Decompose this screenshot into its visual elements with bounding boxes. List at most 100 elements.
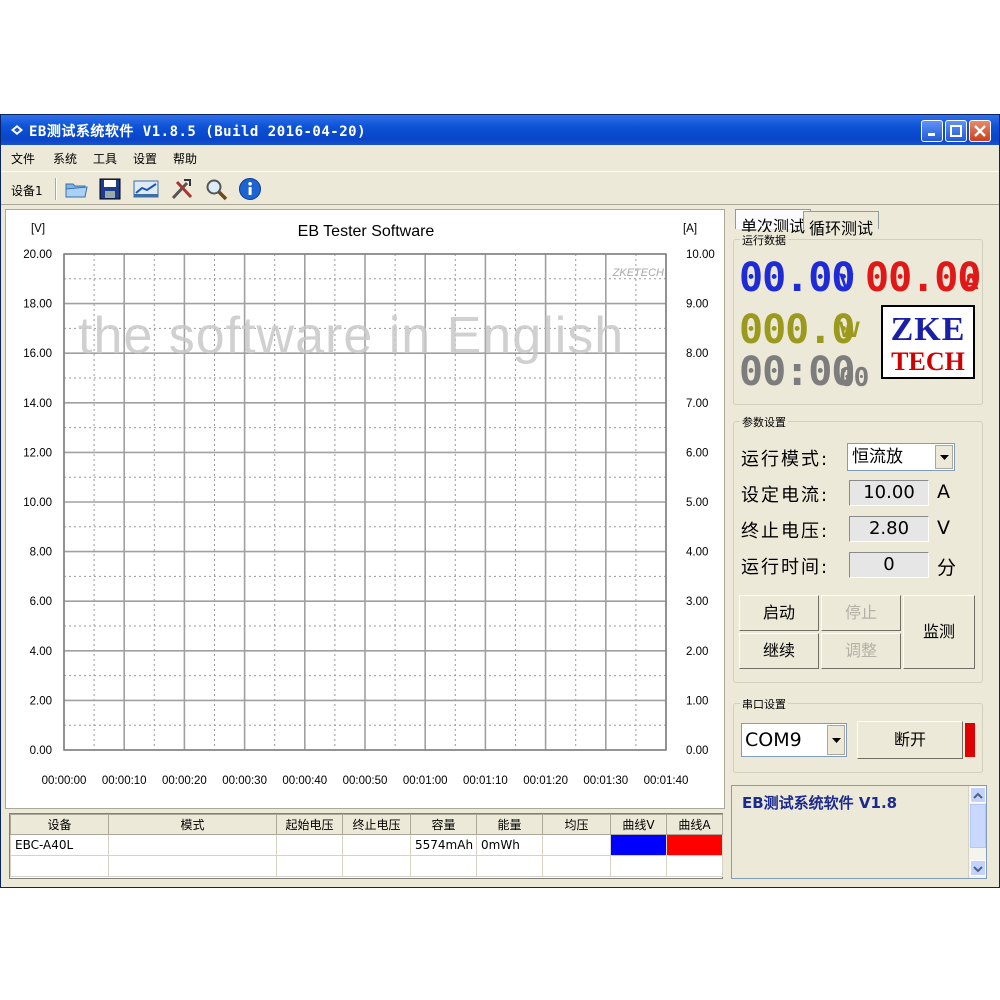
info-button[interactable] [237, 177, 263, 201]
y-right-tick-label: 7.00 [686, 398, 708, 410]
y-right-tick-label: 6.00 [686, 447, 708, 459]
data-table: 设备 模式 起始电压 终止电压 容量 能量 均压 曲线V 曲线A EBC-A40… [10, 814, 723, 877]
current-setting-input[interactable]: 10.00 [849, 480, 929, 506]
toolbar: 设备1 [1, 171, 999, 205]
col-header-avg-voltage[interactable]: 均压 [542, 814, 611, 835]
com-port-select[interactable]: COM9 [741, 723, 847, 757]
tab-cycle-test[interactable]: 循环测试 [803, 211, 880, 238]
table-row [10, 855, 723, 877]
device-label: 设备1 [11, 184, 43, 198]
chart-watermark-label: ZKETECH [612, 267, 664, 279]
run-time-unit: 分 [937, 557, 957, 579]
x-tick-label: 00:01:10 [463, 775, 508, 787]
app-window: EB测试系统软件 V1.8.5 (Build 2016-04-20) 文件 系统… [0, 114, 1000, 888]
col-header-energy[interactable]: 能量 [476, 814, 543, 835]
menu-system[interactable]: 系统 [53, 150, 77, 167]
cell-end-voltage [342, 834, 411, 856]
x-tick-label: 00:01:30 [583, 775, 628, 787]
y-right-tick-label: 5.00 [686, 497, 708, 509]
title-bar[interactable]: EB测试系统软件 V1.8.5 (Build 2016-04-20) [1, 115, 999, 145]
minimize-button[interactable] [921, 120, 943, 142]
run-time-input[interactable]: 0 [849, 552, 929, 578]
col-header-curve-v[interactable]: 曲线V [610, 814, 667, 835]
maximize-button[interactable] [945, 120, 967, 142]
x-tick-label: 00:01:40 [644, 775, 689, 787]
info-text: EB测试系统软件 V1.8 [742, 794, 898, 812]
cell-energy: 0mWh [476, 834, 543, 856]
open-button[interactable] [63, 177, 89, 201]
scroll-thumb[interactable] [970, 804, 986, 848]
menu-bar: 文件 系统 工具 设置 帮助 [1, 146, 999, 168]
cutoff-voltage-unit: V [937, 517, 950, 539]
chart-button[interactable] [133, 177, 159, 201]
curve-v-swatch[interactable] [610, 834, 667, 856]
power-readout: 000.0 [739, 307, 855, 353]
serial-label: 串口设置 [740, 696, 788, 712]
search-icon [206, 179, 228, 201]
empty-cell [410, 855, 477, 877]
col-header-start-voltage[interactable]: 起始电压 [276, 814, 343, 835]
disconnect-button[interactable]: 断开 [857, 721, 963, 759]
x-tick-label: 00:00:30 [222, 775, 267, 787]
cell-device: EBC-A40L [10, 834, 109, 856]
info-scrollbar[interactable] [968, 786, 986, 878]
monitor-button[interactable]: 监测 [903, 595, 975, 669]
app-icon [11, 125, 23, 135]
col-header-curve-a[interactable]: 曲线A [666, 814, 723, 835]
menu-help[interactable]: 帮助 [173, 150, 197, 167]
y-left-tick-label: 2.00 [30, 695, 52, 707]
menu-tools[interactable]: 工具 [93, 150, 117, 167]
com-port-dropdown-button[interactable] [827, 725, 845, 755]
mode-dropdown-button[interactable] [935, 445, 953, 469]
info-text-box[interactable]: EB测试系统软件 V1.8 [731, 785, 987, 879]
minimize-icon [928, 133, 935, 136]
cell-mode [108, 834, 277, 856]
y-left-tick-label: 6.00 [30, 596, 52, 608]
empty-cell [542, 855, 611, 877]
start-button[interactable]: 启动 [739, 595, 819, 631]
current-setting-label: 设定电流: [741, 485, 830, 506]
run-data-label: 运行数据 [740, 232, 788, 248]
scroll-up-button[interactable] [970, 787, 986, 803]
data-table-panel: 设备 模式 起始电压 终止电压 容量 能量 均压 曲线V 曲线A EBC-A40… [9, 813, 723, 879]
x-tick-label: 00:00:10 [102, 775, 147, 787]
x-tick-label: 00:00:20 [162, 775, 207, 787]
table-row[interactable]: EBC-A40L 5574mAh 0mWh [10, 834, 723, 856]
col-header-mode[interactable]: 模式 [108, 814, 277, 835]
col-header-capacity[interactable]: 容量 [410, 814, 477, 835]
mode-value: 恒流放 [852, 447, 903, 467]
save-button[interactable] [97, 177, 123, 201]
tools-button[interactable] [169, 177, 195, 201]
cutoff-voltage-input[interactable]: 2.80 [849, 516, 929, 542]
x-tick-label: 00:00:40 [282, 775, 327, 787]
run-time-label: 运行时间: [741, 557, 830, 578]
curve-a-swatch[interactable] [666, 834, 723, 856]
y-right-tick-label: 3.00 [686, 596, 708, 608]
y-right-tick-label: 1.00 [686, 695, 708, 707]
close-button[interactable] [969, 120, 991, 142]
y-right-tick-label: 4.00 [686, 547, 708, 559]
power-unit: W [839, 317, 860, 342]
continue-button[interactable]: 继续 [739, 633, 819, 669]
tab-single-test[interactable]: 单次测试 [735, 209, 812, 236]
col-header-end-voltage[interactable]: 终止电压 [342, 814, 411, 835]
y-right-tick-label: 0.00 [686, 745, 708, 757]
scroll-down-button[interactable] [970, 860, 986, 876]
chevron-down-icon [940, 455, 949, 460]
chevron-down-icon [832, 738, 841, 743]
y-left-tick-label: 0.00 [30, 745, 52, 757]
adjust-button[interactable]: 调整 [821, 633, 901, 669]
stop-button[interactable]: 停止 [821, 595, 901, 631]
logo-text-zke: ZKE [890, 311, 966, 348]
search-button[interactable] [203, 177, 229, 201]
chart: 0.00 2.00 4.00 6.00 8.00 10.00 12.00 14.00 16.00… [23, 223, 715, 787]
close-icon [974, 125, 986, 137]
x-tick-label: 00:00:50 [343, 775, 388, 787]
menu-settings[interactable]: 设置 [133, 150, 157, 167]
menu-file[interactable]: 文件 [11, 150, 35, 167]
y-left-tick-label: 14.00 [23, 398, 52, 410]
mode-select[interactable]: 恒流放 [847, 443, 955, 471]
empty-cell [666, 855, 723, 877]
col-header-device[interactable]: 设备 [10, 814, 109, 835]
x-tick-label: 00:01:20 [523, 775, 568, 787]
